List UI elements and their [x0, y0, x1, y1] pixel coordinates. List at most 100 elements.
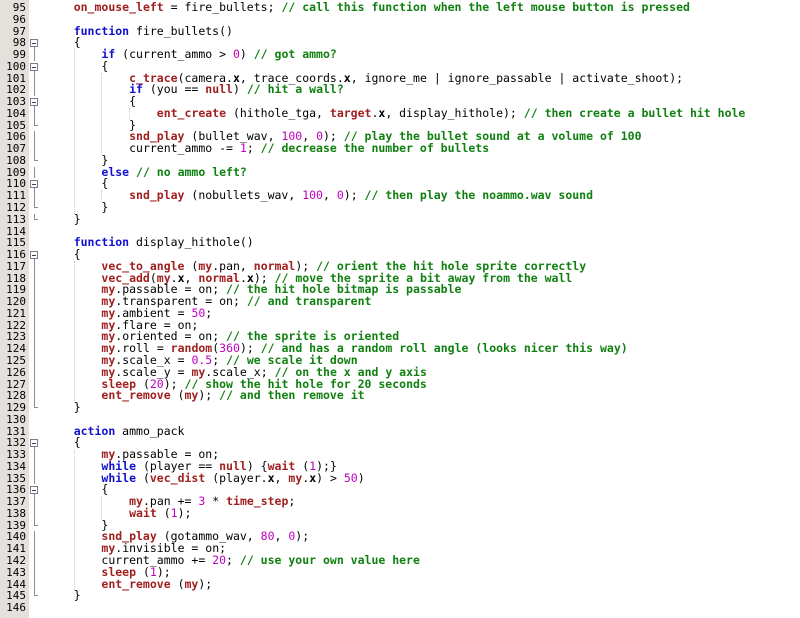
line-number: 130 [6, 412, 26, 426]
fold-toggle-icon[interactable] [29, 437, 43, 450]
line-number: 104 [6, 106, 26, 120]
token-fn: vec_dist [149, 470, 206, 485]
token-cmt: // and then remove it [219, 388, 365, 403]
fold-guide-line [29, 190, 43, 203]
token-punct: ; [267, 0, 282, 14]
token-num: 1 [239, 141, 247, 156]
fold-guide-line [29, 307, 43, 320]
token-brace: } [101, 200, 109, 215]
token-punct: ); [343, 188, 365, 203]
code-line[interactable]: ent_remove (my); // and then remove it [46, 388, 800, 403]
token-id: fire_bullets() [129, 23, 233, 38]
fold-guide-line [29, 166, 43, 179]
fold-empty [29, 426, 43, 438]
fold-toggle-icon[interactable] [29, 96, 43, 109]
token-id: current_ammo -= [129, 141, 240, 156]
fold-guide-line [29, 507, 43, 520]
fold-empty [29, 2, 43, 14]
token-punct: ) > [316, 470, 344, 485]
token-num: 0 [232, 47, 240, 62]
token-kw: function [73, 23, 130, 38]
token-punct: ; [246, 141, 261, 156]
token-id: fire_bullets [184, 0, 268, 14]
code-line[interactable]: if (you == null) // hit a wall? [46, 82, 800, 97]
code-line[interactable]: on_mouse_left = fire_bullets; // call th… [46, 0, 800, 14]
fold-end-marker [29, 119, 43, 132]
token-kw: function [73, 235, 130, 250]
token-punct: ) [357, 470, 365, 485]
fold-guide-line [29, 131, 43, 144]
token-cmt: // use your own value here [239, 552, 420, 567]
token-num: 100 [302, 188, 323, 203]
token-num: 20 [212, 552, 227, 567]
code-line[interactable]: } [46, 200, 800, 215]
code-line[interactable]: } [46, 211, 800, 226]
fold-guide-line [29, 566, 43, 579]
token-fn: my [288, 470, 303, 485]
fold-guide-line [29, 472, 43, 485]
fold-guide-line [29, 319, 43, 332]
fold-guide-line [29, 460, 43, 473]
code-line[interactable]: ent_create (hithole_tga, target.x, displ… [46, 105, 800, 120]
code-line[interactable]: function display_hithole() [46, 235, 800, 250]
fold-guide-line [29, 343, 43, 355]
token-cmt: // got ammo? [253, 47, 337, 62]
line-number: 121 [6, 306, 26, 320]
fold-end-marker [29, 213, 43, 226]
line-number: 134 [6, 459, 26, 473]
code-line[interactable]: current_ammo -= 1; // decrease the numbe… [46, 141, 800, 156]
fold-guide-line [29, 49, 43, 61]
code-line[interactable]: function fire_bullets() [46, 23, 800, 38]
code-line[interactable]: } [46, 589, 800, 602]
fold-guide-line [29, 531, 43, 544]
token-cmt: // hit a wall? [246, 82, 344, 97]
fold-toggle-icon[interactable] [29, 249, 43, 262]
fold-empty [29, 237, 43, 249]
token-punct: ); [177, 505, 192, 520]
fold-toggle-icon[interactable] [29, 484, 43, 497]
fold-toggle-icon[interactable] [29, 37, 43, 50]
fold-toggle-icon[interactable] [29, 61, 43, 73]
code-folding-margin[interactable] [29, 0, 43, 618]
code-line[interactable]: wait (1); [46, 505, 800, 520]
token-punct: ) [232, 82, 247, 97]
token-id: (hithole_tga, [226, 105, 330, 120]
code-text-area[interactable]: on_mouse_left = fire_bullets; // call th… [43, 0, 800, 618]
token-punct: ; [205, 305, 213, 320]
token-num: 50 [343, 470, 358, 485]
token-id: (current_ammo > [115, 47, 233, 62]
line-number: 95 [12, 1, 26, 14]
token-id: ammo_pack [115, 423, 185, 438]
token-id: , ignore_me | ignore_passable | activate… [350, 70, 684, 85]
code-line[interactable]: } [46, 400, 800, 415]
token-punct: ) [239, 47, 254, 62]
token-num: 80 [260, 529, 275, 544]
token-brace: } [73, 400, 81, 415]
line-number: 100 [6, 59, 26, 73]
token-brace: } [73, 211, 81, 226]
token-prop: x [343, 70, 351, 85]
token-fn: ent_create [156, 105, 227, 120]
token-cmt: // no ammo left? [136, 164, 247, 179]
token-num: 1 [170, 505, 178, 520]
token-punct: ( [170, 576, 185, 591]
code-line[interactable] [46, 602, 800, 614]
code-line[interactable]: while (vec_dist (player.x, my.x) > 50) [46, 470, 800, 485]
code-editor[interactable]: 95 96 97 98 99 100 101 102 103 104 105 106 107 108 109… [0, 0, 800, 618]
token-punct: ( [170, 388, 185, 403]
code-line[interactable]: snd_play (nobullets_wav, 100, 0); // the… [46, 188, 800, 203]
code-line[interactable]: ent_remove (my); [46, 576, 800, 591]
fold-toggle-icon[interactable] [29, 178, 43, 191]
fold-guide-line [29, 554, 43, 567]
fold-guide-line [29, 284, 43, 297]
code-line[interactable]: if (current_ammo > 0) // got ammo? [46, 47, 800, 62]
code-line[interactable]: action ammo_pack [46, 423, 800, 438]
token-fn: target [329, 105, 372, 120]
code-line[interactable]: else // no ammo left? [46, 164, 800, 179]
token-fn: snd_play [129, 188, 185, 203]
line-number: 113 [6, 212, 26, 226]
token-fn: time_step [226, 494, 289, 509]
fold-guide-line [29, 390, 43, 403]
token-punct: ( [156, 505, 171, 520]
